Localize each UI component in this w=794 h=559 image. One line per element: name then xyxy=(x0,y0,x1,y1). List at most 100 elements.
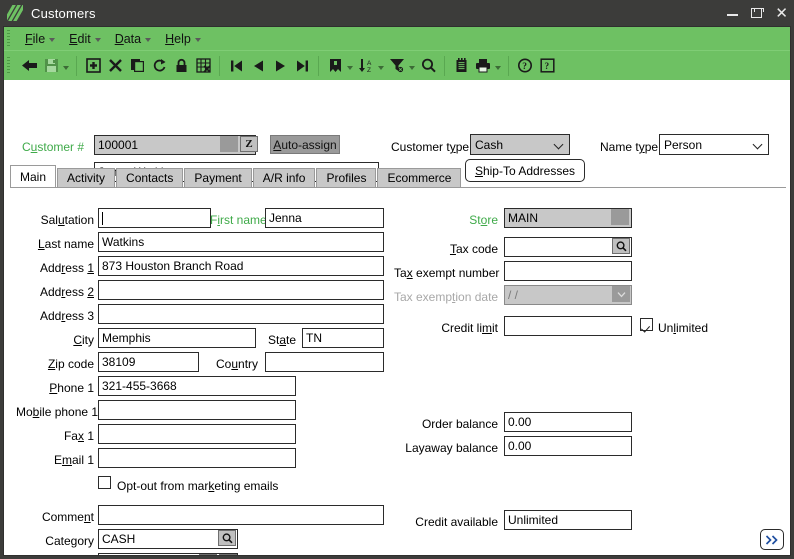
print-icon[interactable] xyxy=(472,55,494,77)
customer-type-select[interactable]: Cash xyxy=(470,134,570,155)
name-type-value: Person xyxy=(664,138,703,152)
unlimited-checkbox[interactable] xyxy=(640,318,653,331)
filter-icon[interactable] xyxy=(386,55,408,77)
category-search-icon[interactable] xyxy=(218,530,236,546)
menu-grip-handle[interactable] xyxy=(7,30,14,47)
chevron-down-icon xyxy=(754,141,762,149)
menu-bar: File Edit Data Help xyxy=(4,27,790,50)
sort-az-icon[interactable]: AZ xyxy=(355,55,377,77)
chevron-down-icon[interactable] xyxy=(63,65,69,70)
chevron-down-icon[interactable] xyxy=(409,65,415,70)
tax-exempt-number-label: Tax exempt number xyxy=(394,266,500,280)
last-name-input[interactable]: Watkins xyxy=(98,232,384,252)
tax-exempt-number-input[interactable] xyxy=(504,261,632,281)
store-blank-button[interactable] xyxy=(611,209,629,225)
fax1-input[interactable] xyxy=(98,424,296,444)
delete-record-icon[interactable] xyxy=(104,55,126,77)
chevron-down-icon[interactable] xyxy=(378,65,384,70)
customer-type-value: Cash xyxy=(475,138,504,152)
address3-input[interactable] xyxy=(98,304,384,324)
comment-input[interactable] xyxy=(98,505,384,525)
mobile-phone1-input[interactable] xyxy=(98,400,296,420)
address1-input[interactable]: 873 Houston Branch Road xyxy=(98,256,384,276)
app-stripes-icon xyxy=(7,5,23,21)
chevron-down-icon xyxy=(145,37,152,42)
last-record-icon[interactable] xyxy=(291,55,313,77)
email1-input[interactable] xyxy=(98,448,296,468)
minimize-icon[interactable] xyxy=(727,10,739,16)
credit-limit-label: Credit limit xyxy=(441,321,498,335)
restore-icon[interactable] xyxy=(751,8,764,18)
name-type-select[interactable]: Person xyxy=(659,134,769,155)
tab-ecommerce[interactable]: Ecommerce xyxy=(377,168,462,187)
city-label: City xyxy=(73,333,94,347)
customer-number-blank-button[interactable] xyxy=(220,136,238,152)
tab-contacts[interactable]: Contacts xyxy=(116,168,184,187)
menu-data-label: ata xyxy=(123,31,142,46)
chevron-down-icon[interactable] xyxy=(495,65,501,70)
toolbar-separator xyxy=(219,55,220,76)
name-type-label: Name type xyxy=(600,140,659,154)
lock-icon[interactable] xyxy=(170,55,192,77)
comment-label: Comment xyxy=(41,510,94,524)
menu-file[interactable]: File xyxy=(18,30,62,48)
tax-code-search-icon[interactable] xyxy=(612,238,630,254)
help-icon[interactable]: ? xyxy=(514,55,536,77)
grid-icon[interactable] xyxy=(192,55,214,77)
sales-rep-zoom-button[interactable]: Z xyxy=(219,554,237,555)
refresh-icon[interactable] xyxy=(148,55,170,77)
toolbar-grip-handle[interactable] xyxy=(7,57,14,74)
customer-number-zoom-button[interactable]: Z xyxy=(240,136,258,152)
add-record-icon[interactable] xyxy=(82,55,104,77)
address2-input[interactable] xyxy=(98,280,384,300)
back-arrow-icon[interactable] xyxy=(18,55,40,77)
about-icon[interactable]: ? xyxy=(536,55,558,77)
expand-panel-button[interactable] xyxy=(760,529,784,550)
auto-assign-button[interactable]: Auto-assign xyxy=(270,135,340,154)
tab-profiles[interactable]: Profiles xyxy=(316,168,377,187)
tab-activity[interactable]: Activity xyxy=(57,168,116,187)
first-name-input[interactable]: Jenna xyxy=(265,208,384,228)
svg-text:Z: Z xyxy=(367,67,371,73)
mobile-phone1-label: Mobile phone 1 xyxy=(16,405,99,419)
sales-rep-search-icon[interactable] xyxy=(199,554,217,555)
credit-limit-input[interactable] xyxy=(504,316,632,336)
country-input[interactable] xyxy=(265,352,384,372)
ship-to-addresses-button[interactable]: Ship-To Addresses xyxy=(465,159,585,182)
order-balance-value: 0.00 xyxy=(504,412,632,432)
copy-icon[interactable] xyxy=(126,55,148,77)
layaway-balance-label: Layaway balance xyxy=(405,441,498,455)
chevron-down-icon[interactable] xyxy=(347,65,353,70)
chevron-down-icon xyxy=(49,37,56,42)
salutation-input[interactable] xyxy=(98,208,211,228)
country-label: Country xyxy=(216,357,259,371)
sales-rep-input[interactable]: MGR xyxy=(98,553,238,555)
menu-data[interactable]: Data xyxy=(108,30,158,48)
svg-text:?: ? xyxy=(522,62,527,72)
zip-code-input[interactable]: 38109 xyxy=(98,352,199,372)
toolbar-separator xyxy=(76,55,77,76)
next-record-icon[interactable] xyxy=(269,55,291,77)
city-input[interactable]: Memphis xyxy=(98,328,256,348)
category-input[interactable]: CASH xyxy=(98,529,238,549)
menu-edit[interactable]: Edit xyxy=(62,30,108,48)
opt-out-checkbox[interactable] xyxy=(98,476,111,489)
address1-label: Address 1 xyxy=(39,261,94,275)
notes-icon[interactable] xyxy=(450,55,472,77)
tab-ar-info[interactable]: A/R info xyxy=(252,168,316,187)
menu-help[interactable]: Help xyxy=(158,30,208,48)
phone1-input[interactable]: 321-455-3668 xyxy=(98,376,296,396)
bookmark-icon[interactable] xyxy=(324,55,346,77)
tab-main[interactable]: Main xyxy=(10,165,57,187)
close-icon[interactable]: ✕ xyxy=(775,6,788,21)
state-input[interactable]: TN xyxy=(302,328,384,348)
chevron-down-icon xyxy=(94,37,101,42)
search-icon[interactable] xyxy=(417,55,439,77)
credit-available-label: Credit available xyxy=(415,515,498,529)
tab-payment[interactable]: Payment xyxy=(184,168,252,187)
window-controls: ✕ xyxy=(727,0,788,26)
first-record-icon[interactable] xyxy=(225,55,247,77)
category-label: Category xyxy=(45,534,94,548)
save-icon[interactable] xyxy=(40,55,62,77)
previous-record-icon[interactable] xyxy=(247,55,269,77)
